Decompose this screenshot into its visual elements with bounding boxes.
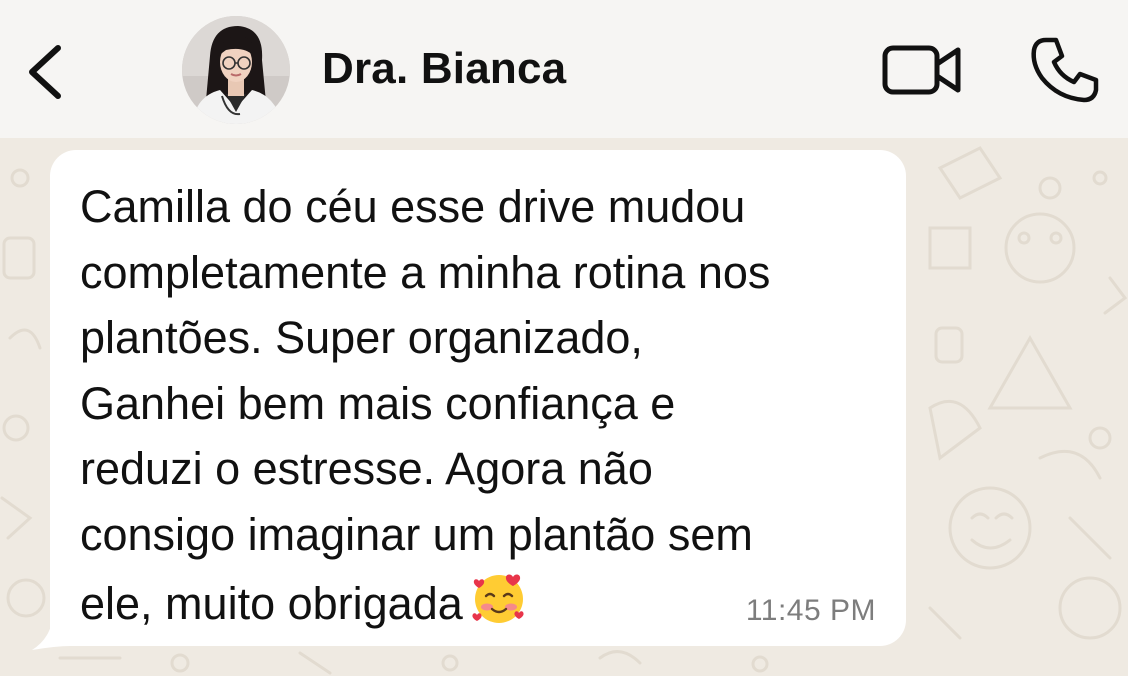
profile-photo — [182, 16, 290, 124]
back-button[interactable] — [18, 30, 78, 110]
message-timestamp: 11:45 PM — [745, 594, 876, 627]
contact-name[interactable]: Dra. Bianca — [322, 44, 566, 94]
smiling-face-with-hearts-icon — [469, 567, 529, 645]
message-line: plantões. Super organizado, — [80, 312, 643, 363]
chat-header: Dra. Bianca — [0, 0, 1128, 138]
message-line: Camilla do céu esse drive mudou — [80, 181, 746, 232]
message-line: reduzi o estresse. Agora não — [80, 443, 653, 494]
chevron-left-icon — [29, 45, 61, 99]
message-text: Camilla do céu esse drive mudou completa… — [80, 174, 880, 645]
message-line: completamente a minha rotina nos — [80, 246, 771, 298]
chat-area[interactable]: Camilla do céu esse drive mudou completa… — [0, 138, 1128, 676]
message-line: consigo imaginar um plantão sem — [80, 508, 753, 560]
avatar[interactable] — [182, 16, 290, 124]
video-camera-icon — [882, 45, 961, 95]
voice-call-button[interactable] — [1024, 32, 1104, 108]
phone-icon — [1031, 37, 1099, 103]
message-line: ele, muito obrigada — [80, 578, 463, 629]
message-line: Ganhei bem mais confiança e — [80, 377, 676, 429]
video-call-button[interactable] — [876, 38, 968, 102]
incoming-message-bubble[interactable]: Camilla do céu esse drive mudou completa… — [50, 150, 906, 646]
